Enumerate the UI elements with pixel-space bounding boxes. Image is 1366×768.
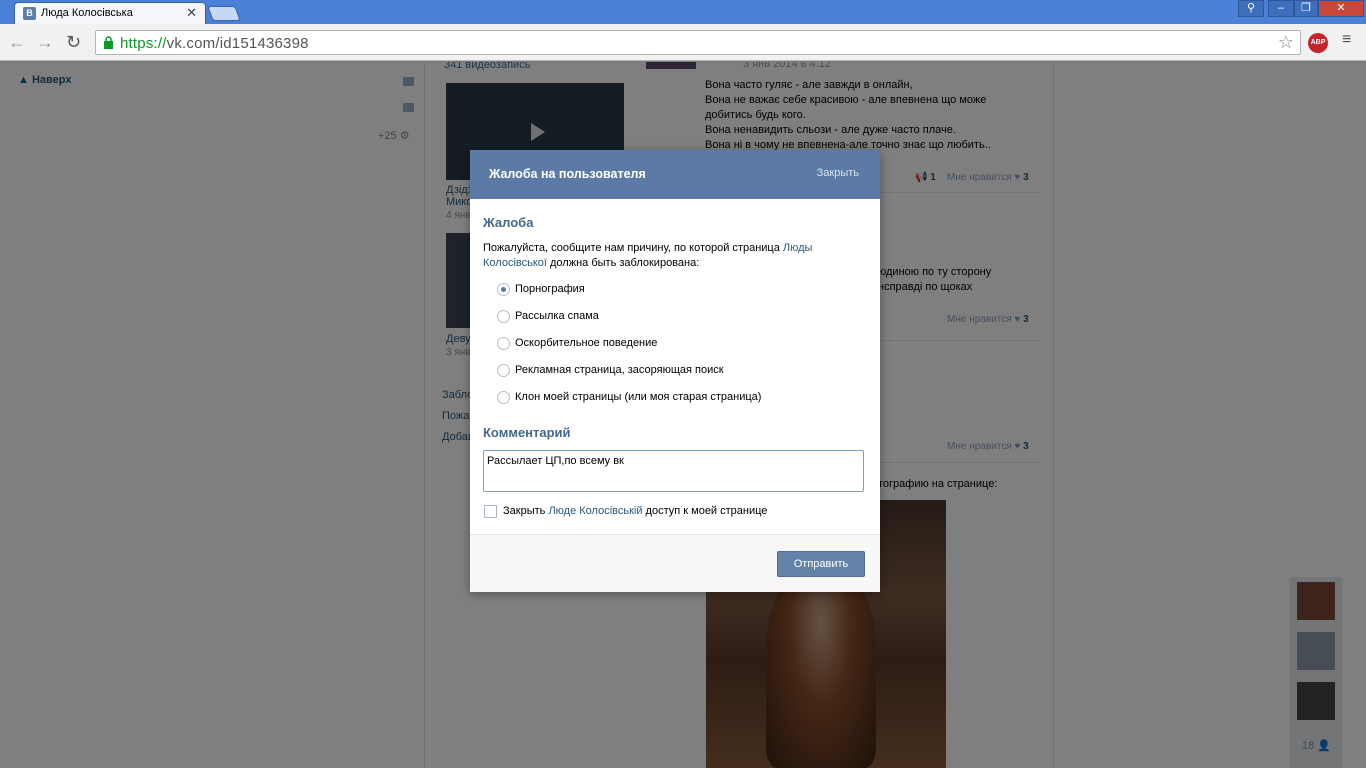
radio-button[interactable] — [497, 310, 510, 323]
user-profile-link[interactable]: Люде Колосівській — [548, 505, 642, 517]
browser-tab-bar: В Люда Колосівська ✕ ⚲ – ❐ ✕ — [0, 0, 1366, 24]
dialog-title: Жалоба на пользователя — [489, 167, 646, 181]
radio-button[interactable] — [497, 391, 510, 404]
comment-textarea[interactable]: Рассылает ЦП,по всему вк — [483, 450, 864, 492]
checkbox[interactable] — [484, 505, 497, 518]
browser-tab[interactable]: В Люда Колосівська ✕ — [14, 2, 206, 24]
dialog-footer: Отправить — [470, 534, 880, 592]
new-tab-button[interactable] — [207, 6, 241, 21]
report-user-dialog: Жалоба на пользователя Закрыть Жалоба По… — [470, 150, 880, 592]
radio-button[interactable] — [497, 337, 510, 350]
dialog-header: Жалоба на пользователя Закрыть — [470, 150, 880, 199]
minimize-window-icon[interactable]: – — [1268, 0, 1294, 17]
complaint-heading: Жалоба — [483, 215, 534, 230]
adblock-plus-icon[interactable]: ABP — [1308, 33, 1328, 53]
reason-label[interactable]: Рекламная страница, засоряющая поиск — [515, 364, 724, 376]
bookmark-star-icon[interactable]: ☆ — [1278, 32, 1294, 53]
url-text: https://vk.com/id151436398 — [120, 35, 309, 52]
complaint-description: Пожалуйста, сообщите нам причину, по кот… — [483, 242, 813, 269]
restore-window-icon[interactable]: ❐ — [1294, 0, 1318, 17]
comment-heading: Комментарий — [483, 425, 571, 440]
reason-label[interactable]: Рассылка спама — [515, 310, 599, 322]
address-bar[interactable]: https://vk.com/id151436398 ☆ — [95, 30, 1301, 55]
reason-label[interactable]: Оскорбительное поведение — [515, 337, 657, 349]
close-window-icon[interactable]: ✕ — [1318, 0, 1364, 17]
tab-title: Люда Колосівська — [41, 7, 133, 19]
vk-favicon-icon: В — [23, 7, 36, 20]
back-icon[interactable]: ← — [8, 32, 26, 53]
close-dialog-button[interactable]: Закрыть — [817, 167, 859, 179]
reason-label[interactable]: Порнография — [515, 283, 585, 295]
user-profile-icon[interactable]: ⚲ — [1238, 0, 1264, 17]
forward-icon[interactable]: → — [36, 32, 54, 53]
restrict-access-label[interactable]: Закрыть Люде Колосівській доступ к моей … — [503, 505, 767, 517]
close-tab-icon[interactable]: ✕ — [186, 5, 197, 21]
submit-report-button[interactable]: Отправить — [777, 551, 865, 577]
radio-button-selected[interactable] — [497, 283, 510, 296]
reason-label[interactable]: Клон моей страницы (или моя старая стран… — [515, 391, 761, 403]
reload-icon[interactable]: ↻ — [66, 32, 81, 53]
address-toolbar: ← → ↻ https://vk.com/id151436398 ☆ ABP ≡ — [0, 24, 1366, 61]
radio-button[interactable] — [497, 364, 510, 377]
lock-icon — [104, 36, 113, 49]
chrome-menu-icon[interactable]: ≡ — [1342, 32, 1356, 48]
